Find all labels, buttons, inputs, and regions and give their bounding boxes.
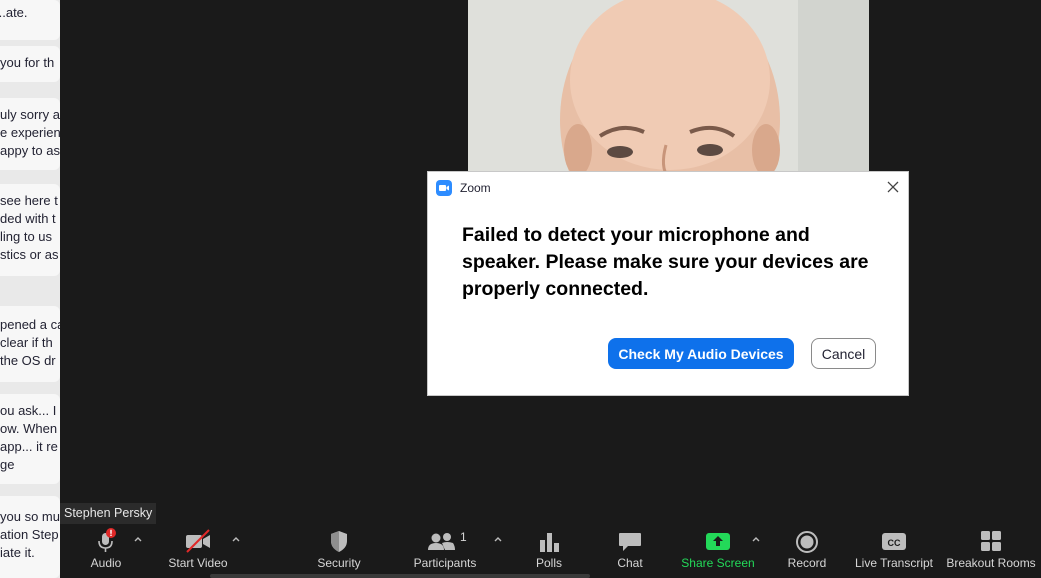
chat-message-line: ded with t bbox=[0, 211, 56, 226]
record-icon bbox=[794, 528, 820, 554]
chat-panel: ...ate. you for th uly sorry a e experie… bbox=[0, 0, 60, 578]
chat-message-line: ow. When bbox=[0, 421, 58, 436]
share-screen-button[interactable]: Share Screen bbox=[680, 524, 756, 578]
chat-message-line: ling to us bbox=[0, 229, 53, 244]
audio-options-caret-icon[interactable] bbox=[132, 532, 144, 544]
live-transcript-label: Live Transcript bbox=[854, 556, 934, 570]
chat-message-line: you for th bbox=[0, 55, 55, 70]
polls-icon bbox=[536, 528, 562, 554]
video-off-icon bbox=[185, 528, 211, 554]
share-options-caret-icon[interactable] bbox=[750, 532, 762, 544]
chat-button[interactable]: Chat bbox=[608, 524, 652, 578]
chat-label: Chat bbox=[617, 556, 643, 570]
horizontal-scrollbar[interactable] bbox=[210, 574, 590, 578]
audio-label: Audio bbox=[90, 556, 122, 570]
participants-count: 1 bbox=[460, 530, 467, 544]
shield-icon bbox=[326, 528, 352, 554]
dialog-title: Zoom bbox=[460, 181, 491, 195]
dialog-message: Failed to detect your microphone and spe… bbox=[462, 224, 869, 300]
security-button[interactable]: Security bbox=[308, 524, 370, 578]
microphone-icon bbox=[93, 528, 119, 554]
participant-portrait bbox=[468, 0, 869, 178]
start-video-label: Start Video bbox=[168, 556, 228, 570]
chat-icon bbox=[617, 528, 643, 554]
participants-options-caret-icon[interactable] bbox=[492, 532, 504, 544]
record-button[interactable]: Record bbox=[782, 524, 832, 578]
chat-message-line: appy to as bbox=[0, 143, 60, 158]
audio-error-dialog: Zoom Failed to detect your microphone an… bbox=[428, 172, 908, 395]
participants-label: Participants bbox=[413, 556, 477, 570]
chat-message: you for th bbox=[0, 46, 60, 82]
video-options-caret-icon[interactable] bbox=[230, 532, 242, 544]
chat-message-line: the OS dr bbox=[0, 353, 56, 368]
chat-message-line: ...ate. bbox=[0, 5, 28, 20]
closed-captions-icon: CC bbox=[881, 528, 907, 554]
participants-icon bbox=[427, 528, 463, 554]
check-audio-devices-button[interactable]: Check My Audio Devices bbox=[608, 338, 794, 369]
chat-message: uly sorry a e experien appy to as bbox=[0, 98, 60, 170]
chat-message-line: stics or as bbox=[0, 247, 59, 262]
close-icon[interactable] bbox=[884, 178, 902, 196]
zoom-logo-icon bbox=[436, 180, 452, 196]
chat-message-line: iate it. bbox=[0, 545, 35, 560]
breakout-rooms-icon bbox=[978, 528, 1004, 554]
chat-message: pened a ca clear if th the OS dr bbox=[0, 306, 60, 382]
audio-button[interactable]: Audio bbox=[76, 524, 136, 578]
chat-message-line: ge bbox=[0, 457, 15, 472]
chat-message-line: e experien bbox=[0, 125, 60, 140]
name-tooltip: Stephen Persky bbox=[60, 503, 157, 524]
polls-label: Polls bbox=[535, 556, 562, 570]
chat-message-line: clear if th bbox=[0, 335, 53, 350]
chat-message: see here t ded with t ling to us stics o… bbox=[0, 184, 60, 276]
participants-button[interactable]: 1 Participants bbox=[408, 524, 482, 578]
polls-button[interactable]: Polls bbox=[526, 524, 572, 578]
share-screen-label: Share Screen bbox=[681, 556, 755, 570]
record-label: Record bbox=[787, 556, 827, 570]
chat-message-line: ation Step bbox=[0, 527, 59, 542]
chat-message-line: ou ask... I bbox=[0, 403, 57, 418]
chat-message-line: you so mu bbox=[0, 509, 60, 524]
breakout-rooms-label: Breakout Rooms bbox=[946, 556, 1036, 570]
cancel-button[interactable]: Cancel bbox=[811, 338, 876, 369]
security-label: Security bbox=[317, 556, 361, 570]
chat-message: ...ate. bbox=[0, 0, 60, 40]
chat-message: ou ask... I ow. When app... it re ge bbox=[0, 394, 60, 484]
svg-text:CC: CC bbox=[888, 538, 901, 548]
live-transcript-button[interactable]: CC Live Transcript bbox=[854, 524, 934, 578]
chat-message-line: see here t bbox=[0, 193, 58, 208]
chat-message-line: pened a ca bbox=[0, 317, 60, 332]
chat-message-line: uly sorry a bbox=[0, 107, 60, 122]
chat-message-line: app... it re bbox=[0, 439, 58, 454]
dialog-titlebar: Zoom bbox=[428, 172, 908, 204]
meeting-toolbar: Audio Start Video Security 1 Participant… bbox=[60, 524, 1041, 578]
participant-video[interactable] bbox=[468, 0, 869, 178]
start-video-button[interactable]: Start Video bbox=[164, 524, 232, 578]
chat-message: you so mu ation Step iate it. bbox=[0, 496, 60, 578]
share-screen-icon bbox=[705, 528, 731, 554]
breakout-rooms-button[interactable]: Breakout Rooms bbox=[946, 524, 1036, 578]
